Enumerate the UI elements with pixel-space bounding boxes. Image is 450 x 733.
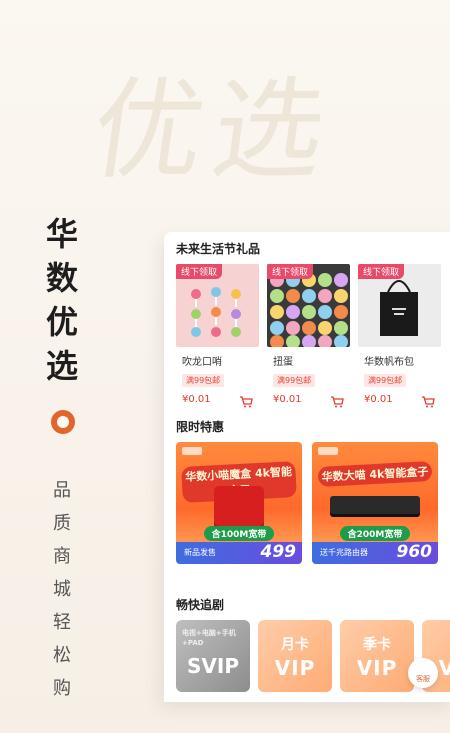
deal-subtitle: 送千兆路由器 (320, 548, 368, 557)
broadband-badge: 含200M宽带 (340, 526, 410, 541)
app-preview-card: 未来生活节礼品 线下领取 吹龙口哨 满99包邮 ¥0.01 线下领取 扭蛋 满9… (164, 232, 450, 702)
brand-logo (182, 447, 202, 455)
offline-tag: 线下领取 (267, 264, 314, 279)
gift-list: 线下领取 吹龙口哨 满99包邮 ¥0.01 线下领取 扭蛋 满99包邮 ¥0.0… (176, 264, 441, 408)
brand-char: 选 (45, 347, 78, 385)
cart-icon[interactable] (239, 393, 253, 408)
slogan-char: 城 (53, 579, 71, 600)
broadband-badge: 含100M宽带 (204, 526, 274, 541)
vip-card-label: SVIP (187, 654, 239, 678)
product-price: ¥0.01 (364, 393, 393, 405)
deal-price: 960 (396, 542, 433, 562)
brand-title: 华 数 优 选 (40, 212, 84, 388)
deal-title: 华数大喵 4k智能盒子 (317, 461, 433, 487)
brand-char: 优 (45, 303, 78, 341)
shipping-badge: 满99包邮 (364, 374, 407, 387)
slogan-char: 品 (53, 480, 71, 501)
gift-item[interactable]: 线下领取 吹龙口哨 满99包邮 ¥0.01 (176, 264, 259, 408)
vip-card-devices: 电视+电脑+手机+PAD (182, 629, 236, 647)
product-image-tote-bag[interactable]: 线下领取 (358, 264, 441, 347)
cart-icon[interactable] (330, 393, 344, 408)
product-name[interactable]: 扭蛋 (267, 353, 350, 368)
section-title-deals: 限时特惠 (176, 420, 225, 434)
product-name[interactable]: 吹龙口哨 (176, 353, 259, 368)
slogan-char: 购 (53, 678, 71, 699)
slogan-char: 商 (53, 546, 71, 567)
customer-service-label: 客服 (416, 675, 430, 683)
offline-tag: 线下领取 (358, 264, 405, 279)
deal-subtitle: 新品发售 (184, 548, 216, 557)
vip-list: 电视+电脑+手机+PAD SVIP 月卡 VIP 季卡 VIP 年 VIP (176, 620, 450, 692)
vip-card-month[interactable]: 月卡 VIP (258, 620, 332, 692)
slogan-char: 质 (53, 513, 71, 534)
deal-card[interactable]: 华数小喵魔盒 4k智能盒子 含100M宽带 新品发售 499 (176, 442, 302, 564)
customer-service-button[interactable]: 客服 (408, 658, 438, 688)
vip-card-period: 季卡 (363, 637, 391, 653)
slogan: 品 质 商 城 轻 松 购 (50, 474, 74, 705)
product-image-whistle[interactable]: 线下领取 (176, 264, 259, 347)
gift-item[interactable]: 线下领取 扭蛋 满99包邮 ¥0.01 (267, 264, 350, 408)
brand-char: 华 (45, 215, 78, 253)
deal-list: 华数小喵魔盒 4k智能盒子 含100M宽带 新品发售 499 华数大喵 4k智能… (176, 442, 438, 564)
vip-card-period: 月卡 (281, 637, 309, 653)
vip-card-season[interactable]: 季卡 VIP (340, 620, 414, 692)
cart-icon[interactable] (421, 393, 435, 408)
projector-image (330, 496, 420, 514)
brand-char: 数 (45, 259, 78, 297)
vip-card-svip[interactable]: 电视+电脑+手机+PAD SVIP (176, 620, 250, 692)
slogan-char: 轻 (53, 612, 71, 633)
set-top-box-image (214, 486, 264, 526)
ring-icon (51, 410, 75, 434)
product-price: ¥0.01 (273, 393, 302, 405)
slogan-char: 松 (53, 645, 71, 666)
product-image-capsule-toys[interactable]: 线下领取 (267, 264, 350, 347)
watermark-text: 优选 (84, 66, 343, 194)
vip-card-label: VIP (356, 656, 398, 680)
product-name[interactable]: 华数帆布包 (358, 353, 441, 368)
brand-logo (318, 447, 338, 455)
product-price: ¥0.01 (182, 393, 211, 405)
vip-card-period: 年 (422, 634, 450, 654)
offline-tag: 线下领取 (176, 264, 223, 279)
gift-item[interactable]: 线下领取 华数帆布包 满99包邮 ¥0.01 (358, 264, 441, 408)
vip-card-label: VIP (274, 656, 316, 680)
shipping-badge: 满99包邮 (273, 374, 316, 387)
section-title-gifts: 未来生活节礼品 (176, 242, 261, 256)
shipping-badge: 满99包邮 (182, 374, 225, 387)
deal-price: 499 (260, 542, 297, 562)
deal-card[interactable]: 华数大喵 4k智能盒子 含200M宽带 送千兆路由器 960 (312, 442, 438, 564)
section-title-drama: 畅快追剧 (176, 598, 225, 612)
